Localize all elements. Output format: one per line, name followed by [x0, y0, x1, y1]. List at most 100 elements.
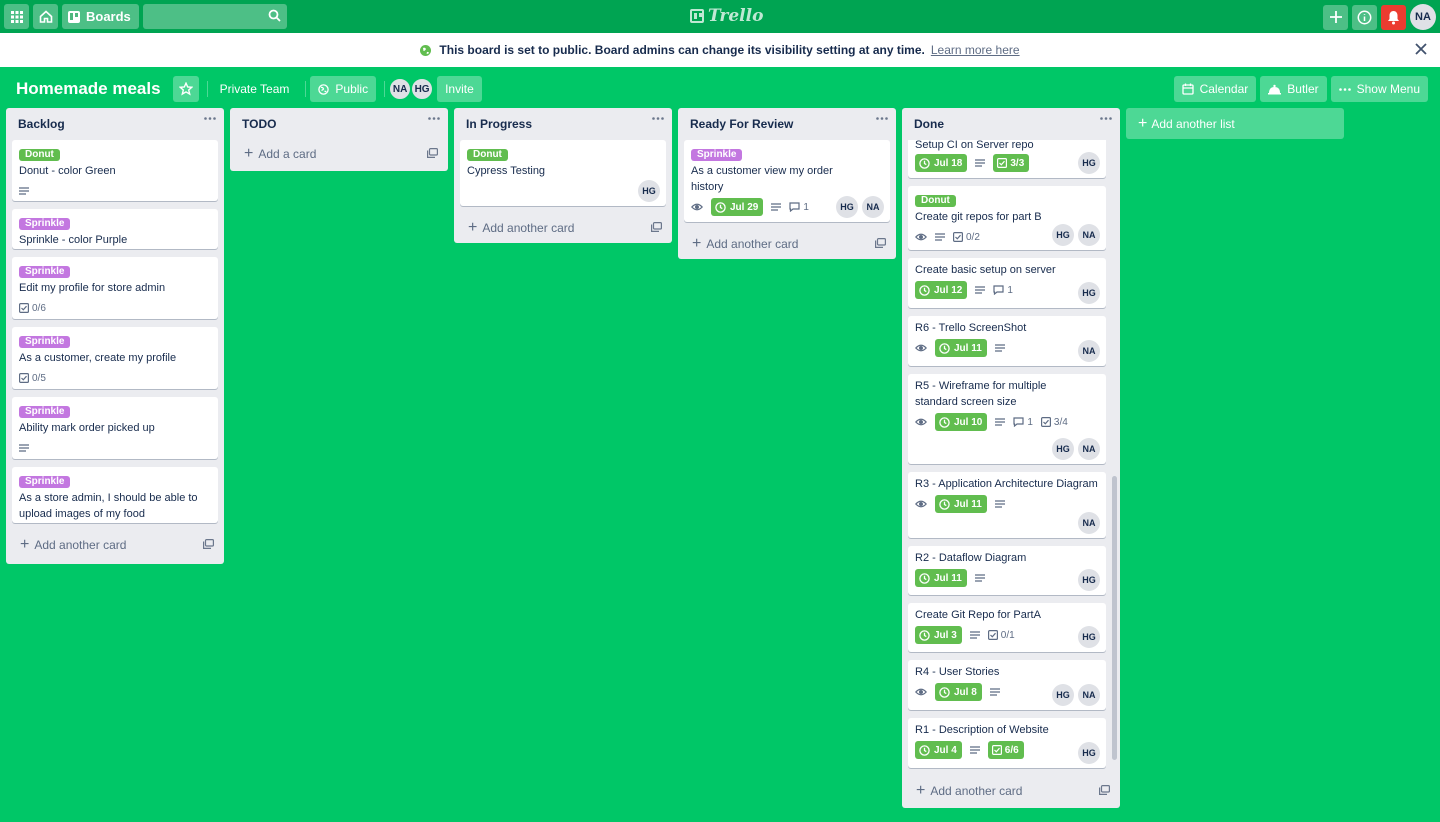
card-member-avatar[interactable]: HG	[836, 196, 858, 218]
card[interactable]: Sprinkle Edit my profile for store admin…	[12, 257, 218, 319]
card-member-avatar[interactable]: NA	[1078, 512, 1100, 534]
list-menu-button[interactable]	[1100, 117, 1112, 120]
list-menu-button[interactable]	[428, 117, 440, 120]
clock-icon	[715, 201, 726, 213]
card[interactable]: R2 - Dataflow Diagram Jul 11 HG	[908, 546, 1106, 595]
card[interactable]: Create basic setup on server Jul 12 1 HG	[908, 258, 1106, 308]
list-header[interactable]: In Progress	[454, 108, 672, 140]
description-icon	[994, 344, 1005, 352]
due-date: Jul 11	[934, 572, 962, 584]
due-date-badge[interactable]: Jul 10	[935, 413, 988, 431]
add-list-button[interactable]: + Add another list	[1126, 108, 1344, 139]
card-member-avatar[interactable]: HG	[1052, 224, 1074, 246]
card[interactable]: Donut Cypress Testing HG	[460, 140, 666, 206]
clock-icon	[919, 157, 930, 169]
card[interactable]: Setup CI on Server repo Jul 18 3/3 HG	[908, 140, 1106, 178]
learn-more-link[interactable]: Learn more here	[931, 43, 1020, 57]
card[interactable]: R4 - User Stories Jul 8 HG NA	[908, 660, 1106, 710]
due-date-badge[interactable]: Jul 4	[915, 741, 962, 759]
card-member-avatar[interactable]: NA	[1078, 224, 1100, 246]
due-date-badge[interactable]: Jul 3	[915, 626, 962, 644]
card-template-icon[interactable]	[427, 148, 438, 158]
checklist-count: 0/2	[966, 231, 980, 243]
list-menu-button[interactable]	[652, 117, 664, 120]
plus-icon: +	[468, 219, 478, 236]
add-card-button[interactable]: + Add another card	[678, 230, 896, 258]
calendar-button[interactable]: Calendar	[1173, 76, 1257, 102]
list-scrollbar[interactable]	[1112, 476, 1117, 760]
list-header[interactable]: TODO	[230, 108, 448, 140]
card-member-avatar[interactable]: HG	[1078, 569, 1100, 591]
user-avatar[interactable]: NA	[1410, 4, 1436, 30]
close-banner-button[interactable]	[1414, 42, 1428, 56]
team-button[interactable]: Private Team	[212, 76, 298, 102]
card[interactable]: Sprinkle As a store admin, I should be a…	[12, 467, 218, 523]
card-member-avatar[interactable]: HG	[638, 180, 660, 202]
star-button[interactable]	[172, 76, 199, 102]
card-template-icon[interactable]	[651, 222, 662, 232]
add-card-button[interactable]: + Add another card	[454, 214, 672, 242]
card-title: Sprinkle - color Purple	[19, 234, 128, 246]
watching-badge	[915, 233, 927, 241]
card-template-icon[interactable]	[203, 539, 214, 549]
card[interactable]: Donut Donut - color Green	[12, 140, 218, 201]
invite-button[interactable]: Invite	[437, 76, 482, 102]
card-member-avatar[interactable]: NA	[1078, 684, 1100, 706]
member-avatar[interactable]: HG	[411, 78, 434, 100]
list-menu-button[interactable]	[876, 117, 888, 120]
due-date-badge[interactable]: Jul 11	[915, 569, 967, 587]
butler-button[interactable]: Butler	[1260, 76, 1327, 102]
create-button[interactable]	[1323, 4, 1348, 30]
add-card-button[interactable]: + Add another card	[902, 777, 1120, 805]
card-member-avatar[interactable]: HG	[1078, 152, 1100, 174]
card[interactable]: R5 - Wireframe for multiple standard scr…	[908, 374, 1106, 464]
list-header[interactable]: Ready For Review	[678, 108, 896, 140]
card[interactable]: Create Git Repo for PartA Jul 3 0/1 HG	[908, 603, 1106, 652]
list-header[interactable]: Backlog	[6, 108, 224, 140]
list-header[interactable]: Done	[902, 108, 1120, 140]
card-member-avatar[interactable]: NA	[862, 196, 884, 218]
visibility-button[interactable]: Public	[310, 76, 377, 102]
show-menu-button[interactable]: Show Menu	[1330, 76, 1428, 102]
boards-button[interactable]: Boards	[62, 4, 139, 29]
card[interactable]: Sprinkle As a customer view my order his…	[684, 140, 890, 222]
card-member-avatar[interactable]: HG	[1078, 626, 1100, 648]
card[interactable]: Sprinkle Ability mark order picked up	[12, 397, 218, 459]
add-card-button[interactable]: + Add another card	[6, 531, 224, 559]
member-avatar[interactable]: NA	[389, 78, 412, 100]
card-member-avatar[interactable]: NA	[1078, 340, 1100, 362]
apps-button[interactable]	[4, 4, 29, 29]
board-title[interactable]: Homemade meals	[8, 79, 169, 99]
due-date-badge[interactable]: Jul 29	[711, 198, 764, 216]
home-button[interactable]	[33, 4, 58, 29]
add-card-button[interactable]: + Add a card	[230, 140, 448, 168]
eye-icon	[915, 233, 927, 241]
card[interactable]: R3 - Application Architecture Diagram Ju…	[908, 472, 1106, 538]
card-template-icon[interactable]	[1099, 785, 1110, 795]
card[interactable]: R6 - Trello ScreenShot Jul 11 NA	[908, 316, 1106, 366]
trello-logo[interactable]: Trello	[690, 6, 763, 26]
card-template-icon[interactable]	[875, 238, 886, 248]
notifications-button[interactable]	[1381, 4, 1406, 30]
due-date-badge[interactable]: Jul 12	[915, 281, 968, 299]
card-title: R1 - Description of Website	[915, 724, 1049, 736]
eye-icon	[915, 688, 927, 696]
card[interactable]: R1 - Description of Website Jul 4 6/6 HG	[908, 718, 1106, 768]
checklist-badge: 3/4	[1040, 417, 1068, 428]
card-member-avatar[interactable]: NA	[1078, 438, 1100, 460]
due-date-badge[interactable]: Jul 11	[935, 339, 987, 357]
due-date-badge[interactable]: Jul 11	[935, 495, 987, 513]
card-member-avatar[interactable]: HG	[1052, 684, 1074, 706]
info-button[interactable]	[1352, 4, 1377, 30]
card-member-avatar[interactable]: HG	[1078, 282, 1100, 304]
card-member-avatar[interactable]: HG	[1052, 438, 1074, 460]
card[interactable]: Sprinkle Sprinkle - color Purple	[12, 209, 218, 249]
list-menu-button[interactable]	[204, 117, 216, 120]
search-input[interactable]	[142, 4, 287, 29]
card[interactable]: Sprinkle As a customer, create my profil…	[12, 327, 218, 389]
done-card-scroll[interactable]: Setup CI on Server repo Jul 18 3/3 HG Do…	[902, 140, 1120, 776]
card[interactable]: Donut Create git repos for part B 0/2 HG…	[908, 186, 1106, 250]
due-date-badge[interactable]: Jul 8	[935, 683, 982, 701]
card-member-avatar[interactable]: HG	[1078, 742, 1100, 764]
due-date-badge[interactable]: Jul 18	[915, 154, 968, 172]
